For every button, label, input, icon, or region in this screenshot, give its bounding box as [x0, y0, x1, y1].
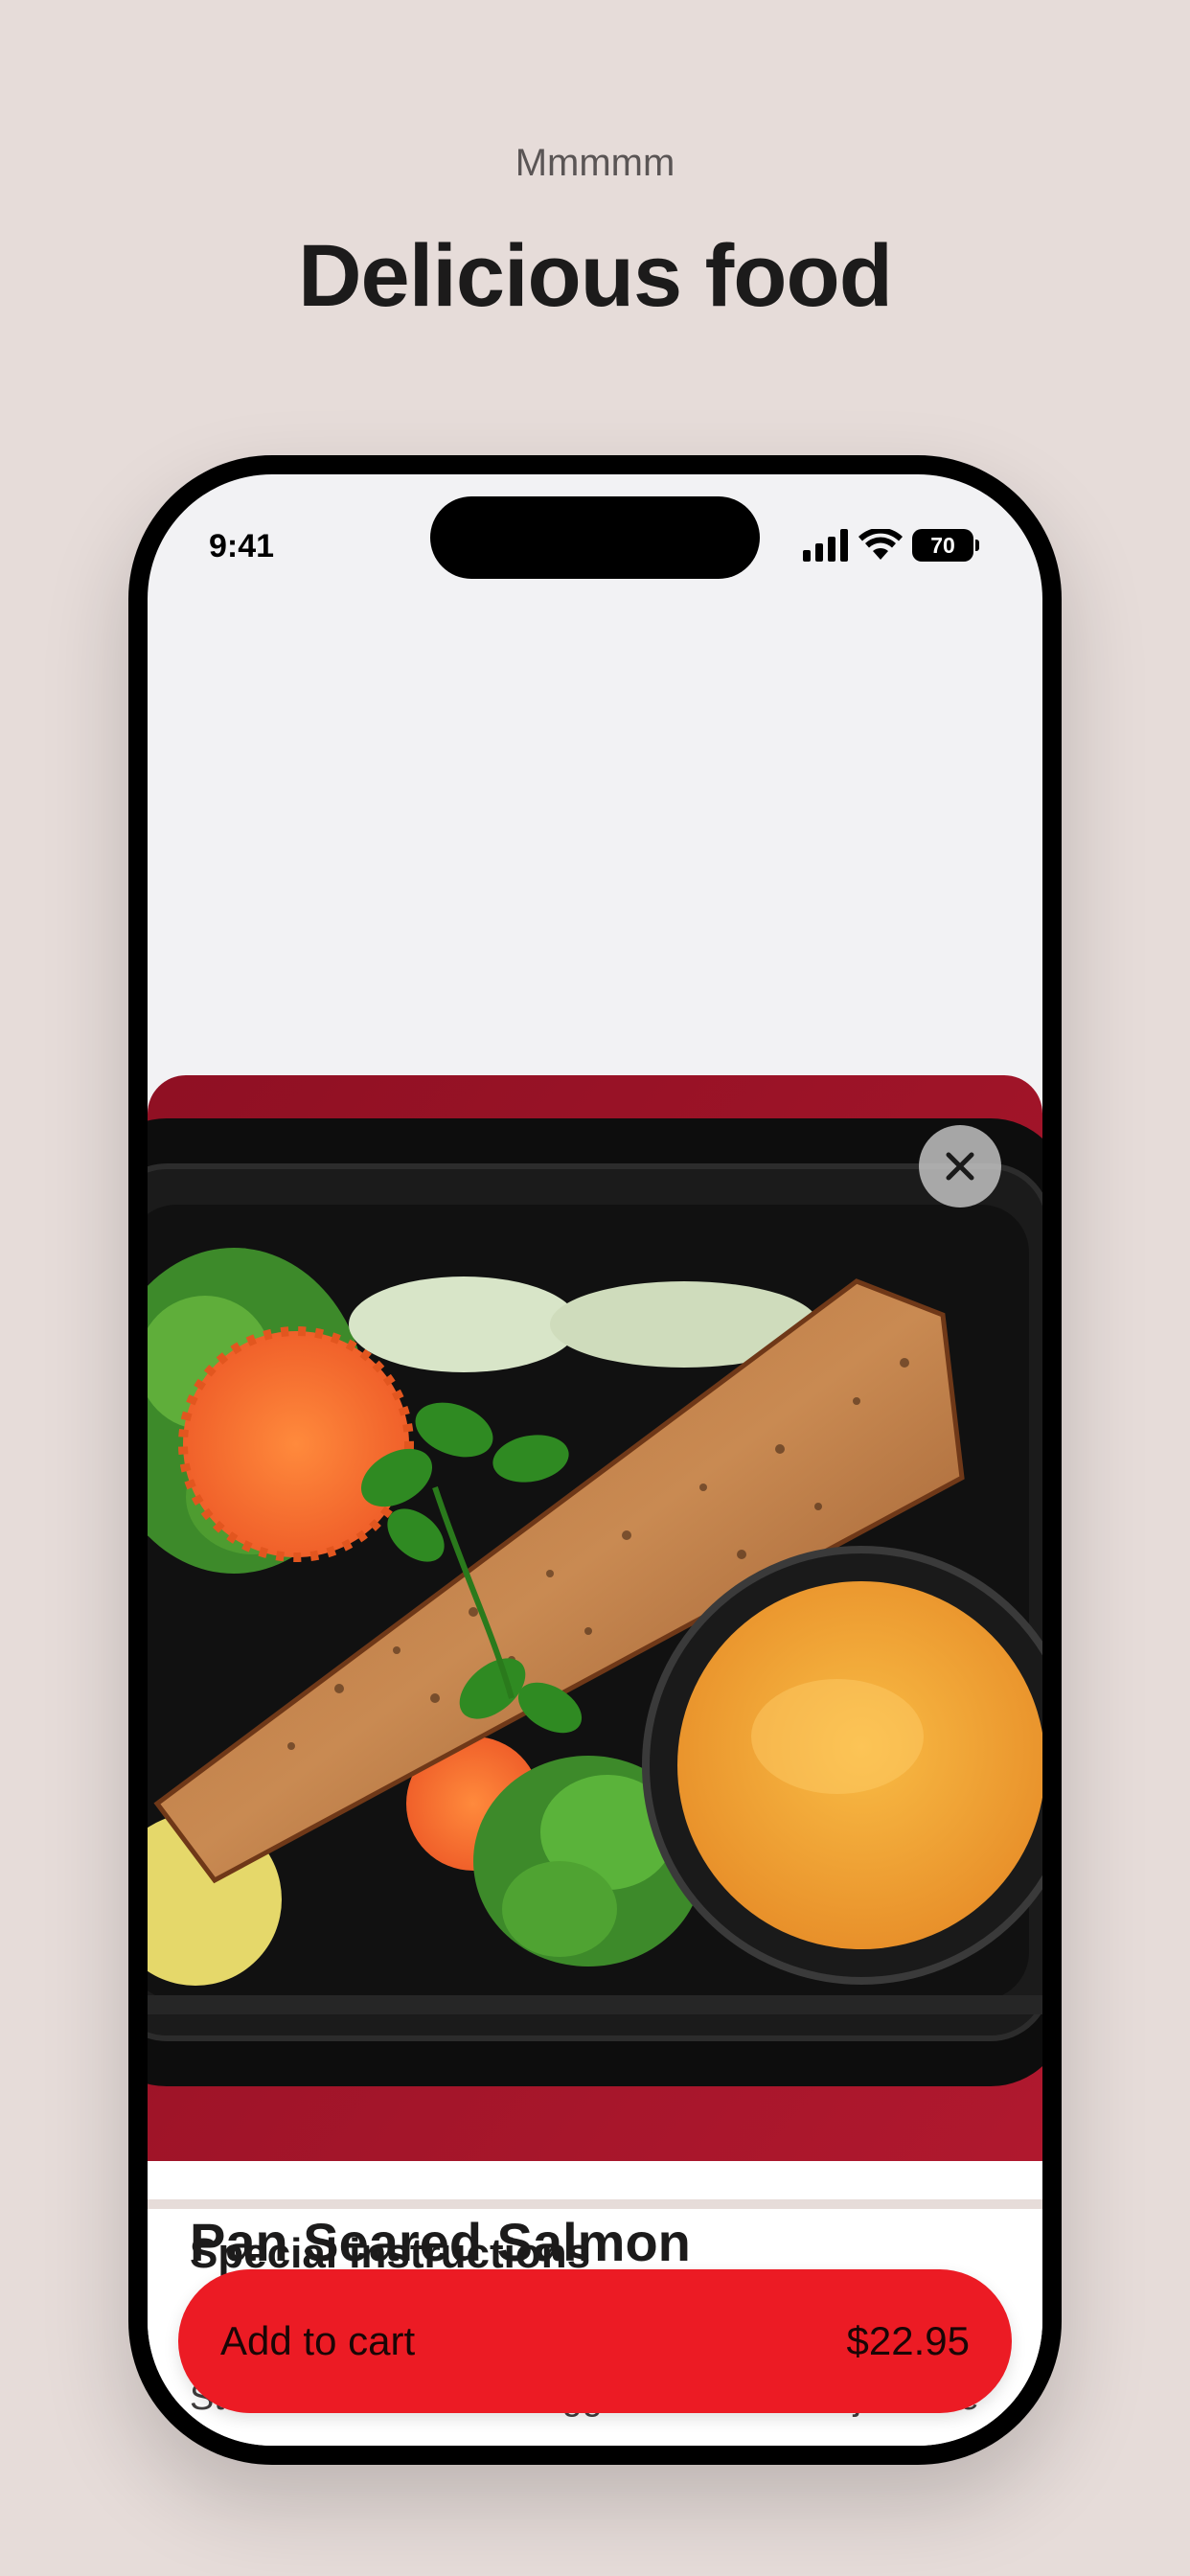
battery-level: 70 — [912, 529, 973, 562]
battery-icon: 70 — [912, 529, 979, 562]
cart-price: $22.95 — [846, 2318, 970, 2363]
add-to-cart-label: Add to cart — [220, 2318, 416, 2363]
status-icons: 70 — [803, 526, 979, 564]
phone-frame: 9:41 70 Pan Seared Salmon Special instru… — [128, 455, 1062, 2465]
promo-kicker: Mmmmm — [515, 142, 675, 184]
close-button[interactable] — [919, 1125, 1001, 1208]
dynamic-island — [430, 496, 760, 579]
signal-icon — [803, 529, 848, 562]
status-time: 9:41 — [209, 528, 275, 564]
wifi-icon — [858, 529, 903, 560]
add-to-cart-button[interactable]: Add to cart $22.95 — [178, 2269, 1012, 2413]
item-detail-sheet: Pan Seared Salmon Lightly Seasoned Pan s… — [148, 1075, 1042, 2446]
phone-screen: 9:41 70 Pan Seared Salmon Special instru… — [148, 474, 1042, 2446]
close-icon — [946, 1152, 974, 1181]
section-divider — [148, 2199, 1042, 2209]
food-photo — [148, 1075, 1042, 2161]
promo-headline: Delicious food — [298, 227, 893, 325]
